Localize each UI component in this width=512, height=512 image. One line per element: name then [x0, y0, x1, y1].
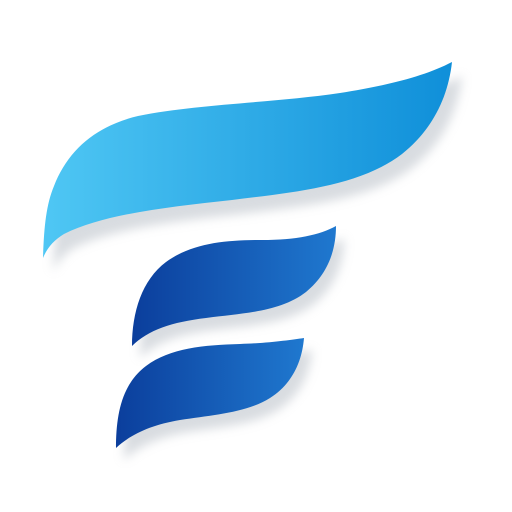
canvas	[0, 0, 512, 512]
brand-logo	[43, 62, 462, 460]
